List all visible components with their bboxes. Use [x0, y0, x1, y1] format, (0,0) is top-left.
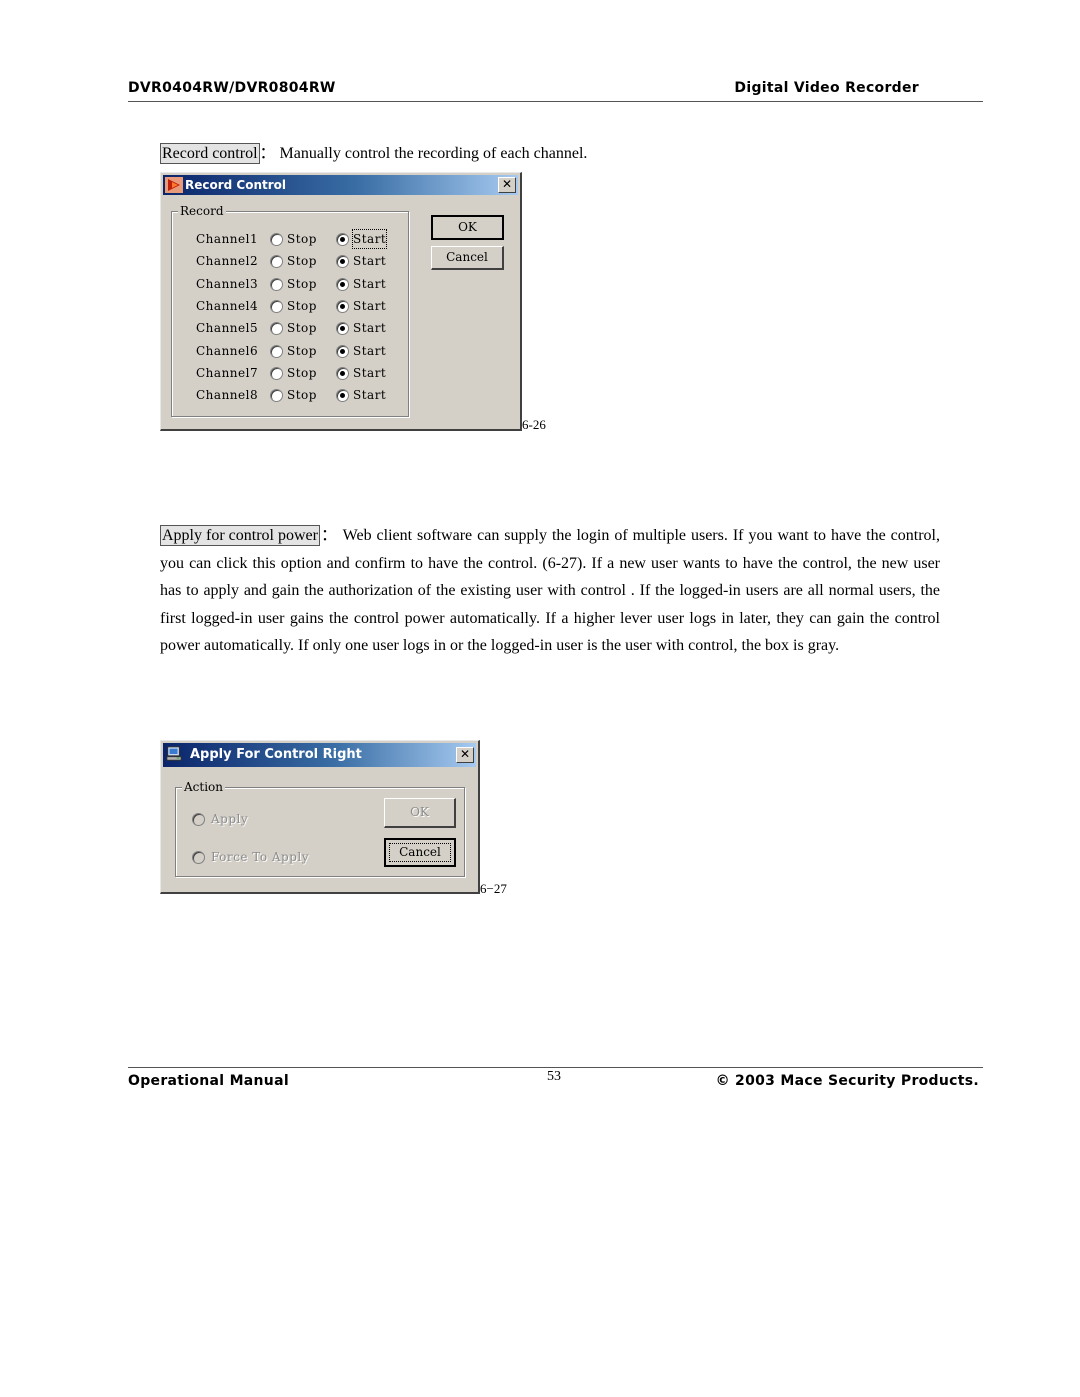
apply-control-paragraph: Apply for control power： Web client soft…	[160, 522, 940, 660]
record-control-term: Record control	[160, 143, 260, 164]
record-control-paragraph: Record control： Manually control the rec…	[160, 140, 940, 168]
close-button[interactable]: ✕	[498, 177, 516, 193]
stop-label[interactable]: Stop	[287, 319, 317, 337]
start-label[interactable]: Start	[353, 364, 386, 382]
channel-row: Channel5 Stop Start	[172, 319, 408, 337]
start-label[interactable]: Start	[353, 297, 386, 315]
force-apply-option-label[interactable]: Force To Apply	[211, 848, 309, 866]
start-radio[interactable]	[336, 367, 349, 380]
start-radio[interactable]	[336, 255, 349, 268]
force-apply-option[interactable]: Force To Apply	[176, 848, 356, 866]
channel-label: Channel1	[196, 232, 259, 246]
channel-label: Channel6	[196, 344, 259, 358]
channel-row: Channel7 Stop Start	[172, 364, 408, 382]
start-radio[interactable]	[336, 278, 349, 291]
close-button[interactable]: ✕	[456, 747, 474, 763]
ok-button[interactable]: OK	[384, 798, 456, 828]
start-radio[interactable]	[336, 233, 349, 246]
separator: ：	[259, 145, 276, 162]
separator: ：	[319, 527, 338, 544]
footer-copyright: © 2003 Mace Security Products.	[715, 1073, 979, 1089]
stop-radio[interactable]	[270, 345, 283, 358]
stop-label[interactable]: Stop	[287, 230, 317, 248]
stop-radio[interactable]	[270, 322, 283, 335]
start-radio[interactable]	[336, 389, 349, 402]
channel-label: Channel5	[196, 321, 259, 335]
record-control-description: Manually control the recording of each c…	[279, 145, 588, 162]
channel-row: Channel1 Stop Start	[172, 229, 408, 249]
app-play-icon	[165, 177, 183, 193]
force-apply-radio[interactable]	[192, 851, 205, 864]
apply-control-dialog: Apply For Control Right ✕ Action Apply F…	[160, 740, 480, 894]
stop-label[interactable]: Stop	[287, 275, 317, 293]
channel-row: Channel2 Stop Start	[172, 252, 408, 270]
stop-radio[interactable]	[270, 278, 283, 291]
channel-label: Channel3	[196, 277, 259, 291]
record-dialog-title: Record Control	[185, 178, 287, 192]
action-group-label: Action	[182, 779, 225, 795]
stop-radio[interactable]	[270, 233, 283, 246]
start-radio[interactable]	[336, 300, 349, 313]
footer-manual-title: Operational Manual	[128, 1073, 289, 1089]
stop-radio[interactable]	[270, 255, 283, 268]
record-control-dialog: Record Control ✕ Record Channel1 Stop St…	[160, 172, 522, 431]
apply-option[interactable]: Apply	[176, 810, 326, 828]
channel-label: Channel4	[196, 299, 259, 313]
apply-option-label[interactable]: Apply	[211, 810, 248, 828]
start-radio[interactable]	[336, 322, 349, 335]
channel-row: Channel4 Stop Start	[172, 297, 408, 315]
start-label[interactable]: Start	[353, 319, 386, 337]
apply-radio[interactable]	[192, 813, 205, 826]
page-header: DVR0404RW/DVR0804RW Digital Video Record…	[128, 80, 983, 102]
record-group-label: Record	[178, 203, 226, 219]
start-label[interactable]: Start	[353, 386, 386, 404]
ok-label: OK	[410, 805, 429, 819]
start-radio[interactable]	[336, 345, 349, 358]
record-dialog-titlebar[interactable]: Record Control ✕	[163, 175, 518, 195]
page-number: 53	[547, 1069, 561, 1084]
cancel-button[interactable]: Cancel	[431, 246, 504, 270]
record-group: Record Channel1 Stop Start Channel2 Stop…	[171, 203, 409, 417]
focus-rect	[389, 843, 451, 862]
figure-caption-6-27: 6−27	[480, 881, 507, 896]
start-label[interactable]: Start	[351, 229, 388, 249]
apply-control-description: Web client software can supply the login…	[160, 527, 940, 655]
stop-radio[interactable]	[270, 389, 283, 402]
stop-label[interactable]: Stop	[287, 386, 317, 404]
stop-radio[interactable]	[270, 300, 283, 313]
figure-caption-6-26: 6-26	[522, 417, 546, 432]
apply-control-term: Apply for control power	[160, 525, 320, 546]
stop-label[interactable]: Stop	[287, 252, 317, 270]
header-product: Digital Video Recorder	[734, 80, 919, 96]
ok-label: OK	[458, 220, 477, 234]
stop-label[interactable]: Stop	[287, 297, 317, 315]
cancel-label: Cancel	[446, 250, 488, 264]
close-icon: ✕	[501, 177, 513, 191]
apply-dialog-title: Apply For Control Right	[190, 747, 362, 762]
channel-label: Channel8	[196, 388, 259, 402]
close-icon: ✕	[459, 747, 471, 761]
stop-label[interactable]: Stop	[287, 364, 317, 382]
header-model: DVR0404RW/DVR0804RW	[128, 80, 336, 96]
computer-icon	[166, 746, 182, 761]
channel-row: Channel8 Stop Start	[172, 386, 408, 404]
channel-label: Channel2	[196, 254, 259, 268]
channel-row: Channel6 Stop Start	[172, 342, 408, 360]
stop-radio[interactable]	[270, 367, 283, 380]
start-label[interactable]: Start	[353, 342, 386, 360]
apply-dialog-titlebar[interactable]: Apply For Control Right ✕	[163, 743, 476, 767]
channel-label: Channel7	[196, 366, 259, 380]
channel-row: Channel3 Stop Start	[172, 275, 408, 293]
page-footer: Operational Manual 53 © 2003 Mace Securi…	[128, 1067, 983, 1089]
start-label[interactable]: Start	[353, 275, 386, 293]
stop-label[interactable]: Stop	[287, 342, 317, 360]
cancel-button[interactable]: Cancel	[384, 838, 456, 867]
ok-button[interactable]: OK	[431, 215, 504, 240]
start-label[interactable]: Start	[353, 252, 386, 270]
